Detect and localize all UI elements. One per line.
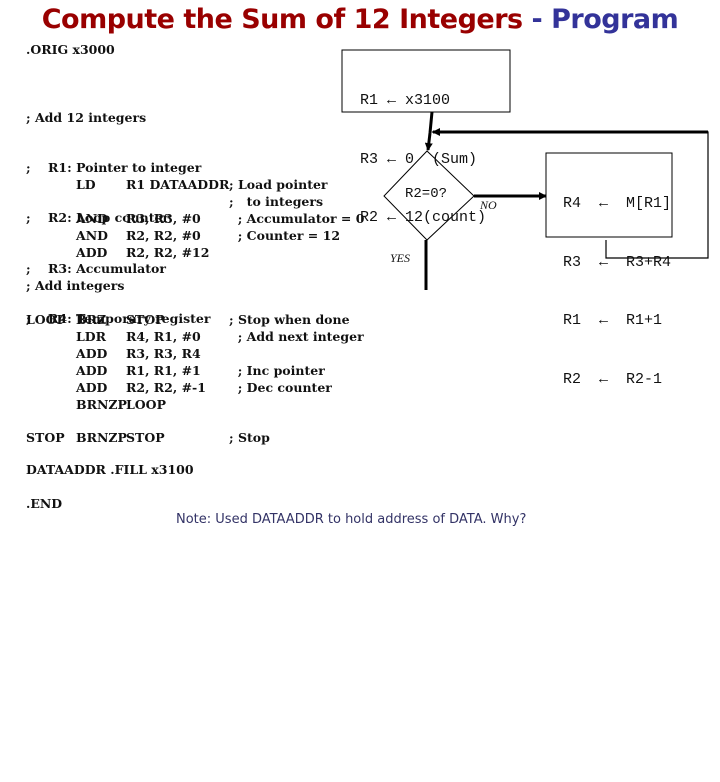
loop-box-text: R4 ← M[R1] R3 ← R3+R4 R1 ← R1+1 R2 ← R2-… — [563, 155, 671, 409]
yes-label: YES — [390, 251, 410, 265]
init-step: R3 ← 0 (Sum) — [360, 150, 478, 168]
note-text: Note: Used DATAADDR to hold address of D… — [176, 512, 527, 527]
loop-step: R2 ← R2-1 — [563, 370, 663, 388]
loop-step: R1 ← R1+1 — [563, 312, 663, 329]
loop-step: R4 ← M[R1] — [563, 195, 672, 212]
decision-text: R2=0? — [405, 186, 448, 202]
init-step: R1 ← x3100 — [360, 92, 451, 109]
init-step: R2 ← 12(count) — [360, 209, 487, 226]
loop-step: R3 ← R3+R4 — [563, 253, 672, 271]
init-box-text: R1 ← x3100 R3 ← 0 (Sum) R2 ← 12(count) — [360, 52, 486, 247]
